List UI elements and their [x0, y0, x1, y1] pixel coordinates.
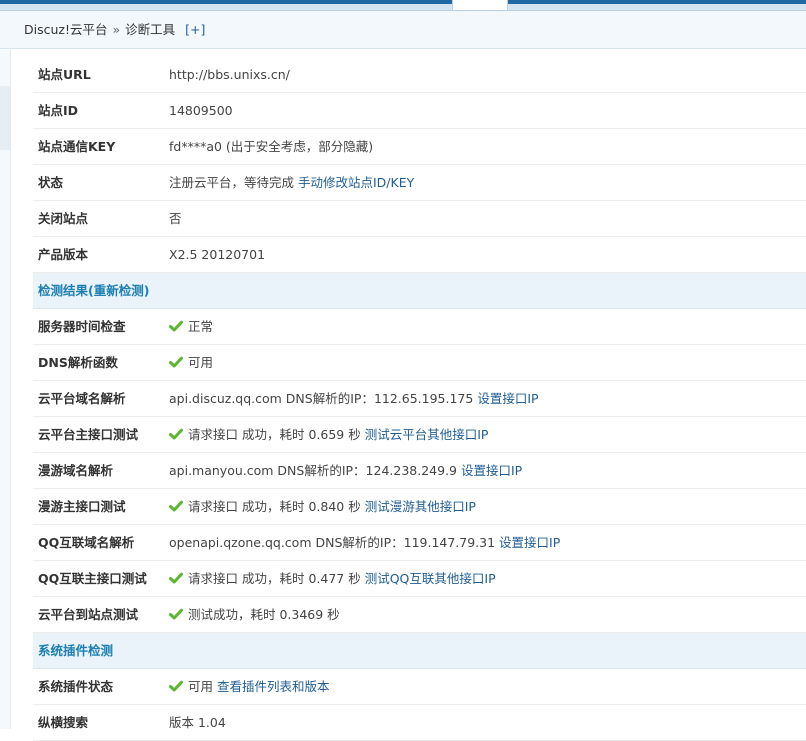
row-cloud-dns: 云平台域名解析 api.discuz.qq.com DNS解析的IP：112.6… [33, 381, 806, 417]
set-interface-ip-link[interactable]: 设置接口IP [499, 535, 560, 550]
row-value-wrap: 可用 [169, 345, 213, 380]
row-status: 状态 注册云平台，等待完成 手动修改站点ID/KEY [33, 165, 806, 201]
row-value-wrap: api.manyou.com DNS解析的IP：124.238.249.9 设置… [169, 453, 522, 488]
check-icon [169, 500, 183, 512]
row-label: QQ互联域名解析 [38, 535, 135, 550]
row-value-wrap: 请求接口 成功，耗时 0.477 秒 测试QQ互联其他接口IP [169, 561, 496, 596]
left-sidebar [0, 50, 11, 729]
row-value-wrap: 测试成功，耗时 0.3469 秒 [169, 597, 340, 632]
breadcrumb-root[interactable]: Discuz!云平台 [24, 22, 107, 37]
check-icon [169, 608, 183, 620]
row-site-key: 站点通信KEY fd****a0 (出于安全考虑，部分隐藏) [33, 129, 806, 165]
row-label: 产品版本 [38, 247, 89, 262]
row-value-wrap: 请求接口 成功，耗时 0.659 秒 测试云平台其他接口IP [169, 417, 488, 452]
row-label: 云平台域名解析 [38, 391, 126, 406]
row-product-version: 产品版本 X2.5 20120701 [33, 237, 806, 273]
row-value-wrap: 注册云平台，等待完成 手动修改站点ID/KEY [169, 165, 414, 200]
view-plugin-list-link[interactable]: 查看插件列表和版本 [217, 679, 330, 694]
set-interface-ip-link[interactable]: 设置接口IP [461, 463, 522, 478]
check-icon [169, 320, 183, 332]
row-search-plugin: 纵横搜索 版本 1.04 [33, 705, 806, 741]
row-label: 漫游域名解析 [38, 463, 114, 478]
row-value: 正常 [188, 319, 214, 334]
row-value: openapi.qzone.qq.com DNS解析的IP：119.147.79… [169, 535, 496, 550]
row-label: 站点URL [38, 67, 91, 82]
set-interface-ip-link[interactable]: 设置接口IP [477, 391, 538, 406]
active-top-tab[interactable] [452, 0, 508, 10]
sidebar-marker [0, 86, 10, 150]
row-value: api.manyou.com DNS解析的IP：124.238.249.9 [169, 463, 457, 478]
row-site-closed: 关闭站点 否 [33, 201, 806, 237]
row-value-wrap: 正常 [169, 309, 213, 344]
row-value: 请求接口 成功，耗时 0.840 秒 [188, 499, 361, 514]
row-manyou-main-api: 漫游主接口测试 请求接口 成功，耗时 0.840 秒 测试漫游其他接口IP [33, 489, 806, 525]
row-manyou-dns: 漫游域名解析 api.manyou.com DNS解析的IP：124.238.2… [33, 453, 806, 489]
row-label: 站点通信KEY [38, 139, 116, 154]
row-value-wrap: 请求接口 成功，耗时 0.840 秒 测试漫游其他接口IP [169, 489, 476, 524]
section-title: 系统插件检测 [38, 643, 114, 658]
row-value: api.discuz.qq.com DNS解析的IP：112.65.195.17… [169, 391, 474, 406]
row-label: 漫游主接口测试 [38, 499, 126, 514]
row-label: DNS解析函数 [38, 355, 118, 370]
row-value-wrap: 可用 查看插件列表和版本 [169, 669, 330, 704]
breadcrumb-separator: » [112, 22, 121, 37]
row-label: 关闭站点 [38, 211, 89, 226]
add-shortcut-button[interactable]: [+] [185, 22, 205, 37]
row-dns-function: DNS解析函数 可用 [33, 345, 806, 381]
row-label: 服务器时间检查 [38, 319, 126, 334]
row-site-url: 站点URL http://bbs.unixs.cn/ [33, 57, 806, 93]
section-header-results: 检测结果(重新检测) [33, 273, 806, 309]
row-label: 云平台到站点测试 [38, 607, 139, 622]
test-manyou-other-ip-link[interactable]: 测试漫游其他接口IP [365, 499, 476, 514]
row-value: 请求接口 成功，耗时 0.477 秒 [188, 571, 361, 586]
row-value: 测试成功，耗时 0.3469 秒 [188, 607, 340, 622]
row-label: 系统插件状态 [38, 679, 114, 694]
row-label: 状态 [38, 175, 64, 190]
edit-site-key-link[interactable]: 手动修改站点ID/KEY [298, 175, 414, 190]
test-cloud-other-ip-link[interactable]: 测试云平台其他接口IP [365, 427, 489, 442]
section-header-plugins: 系统插件检测 [33, 633, 806, 669]
row-value-wrap: openapi.qzone.qq.com DNS解析的IP：119.147.79… [169, 525, 560, 560]
row-label: QQ互联主接口测试 [38, 571, 147, 586]
row-value: fd****a0 (出于安全考虑，部分隐藏) [169, 139, 374, 154]
section-title[interactable]: 检测结果(重新检测) [38, 273, 149, 308]
row-server-time: 服务器时间检查 正常 [33, 309, 806, 345]
check-icon [169, 428, 183, 440]
row-label: 站点ID [38, 103, 79, 118]
breadcrumb: Discuz!云平台 » 诊断工具 [+] [0, 11, 806, 49]
row-value: 可用 [188, 679, 214, 694]
row-value-wrap: api.discuz.qq.com DNS解析的IP：112.65.195.17… [169, 381, 539, 416]
row-value: 14809500 [169, 103, 233, 118]
diagnostics-table: 站点URL http://bbs.unixs.cn/ 站点ID 14809500… [33, 57, 806, 741]
row-value: 可用 [188, 355, 214, 370]
row-value: 请求接口 成功，耗时 0.659 秒 [188, 427, 361, 442]
row-value: 版本 1.04 [169, 715, 226, 730]
row-qq-main-api: QQ互联主接口测试 请求接口 成功，耗时 0.477 秒 测试QQ互联其他接口I… [33, 561, 806, 597]
row-cloud-to-site: 云平台到站点测试 测试成功，耗时 0.3469 秒 [33, 597, 806, 633]
row-site-id: 站点ID 14809500 [33, 93, 806, 129]
test-qq-other-ip-link[interactable]: 测试QQ互联其他接口IP [365, 571, 496, 586]
check-icon [169, 680, 183, 692]
row-label: 云平台主接口测试 [38, 427, 139, 442]
top-bar [0, 0, 806, 11]
check-icon [169, 356, 183, 368]
row-qq-dns: QQ互联域名解析 openapi.qzone.qq.com DNS解析的IP：1… [33, 525, 806, 561]
row-label: 纵横搜索 [38, 715, 89, 730]
breadcrumb-current: 诊断工具 [125, 22, 176, 37]
row-value: 注册云平台，等待完成 [169, 175, 295, 190]
row-cloud-main-api: 云平台主接口测试 请求接口 成功，耗时 0.659 秒 测试云平台其他接口IP [33, 417, 806, 453]
top-strip [0, 0, 806, 4]
check-icon [169, 572, 183, 584]
row-value: http://bbs.unixs.cn/ [169, 67, 290, 82]
row-value: 否 [169, 211, 182, 226]
row-plugin-status: 系统插件状态 可用 查看插件列表和版本 [33, 669, 806, 705]
row-value: X2.5 20120701 [169, 247, 266, 262]
